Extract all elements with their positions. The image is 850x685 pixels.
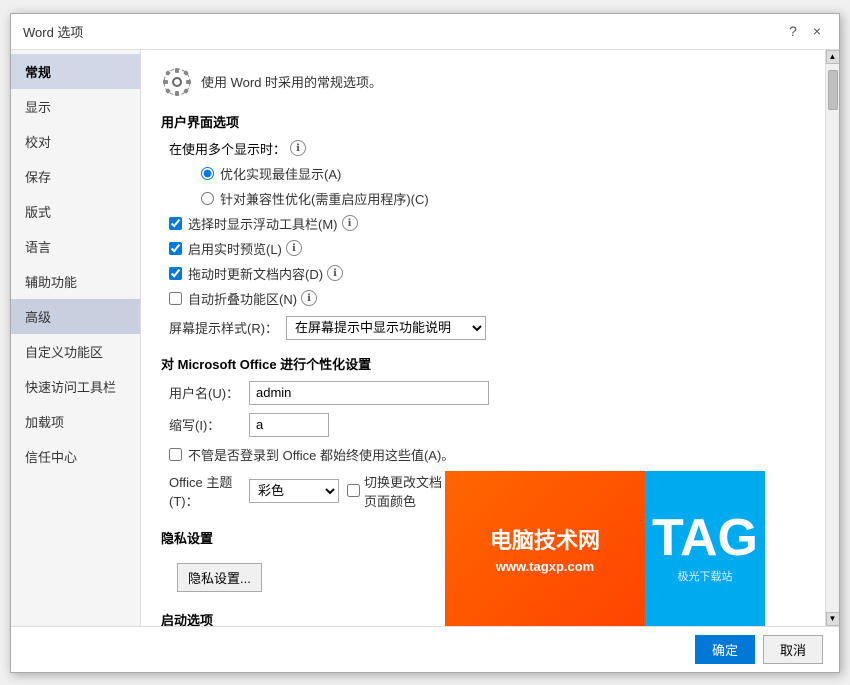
cb2-row[interactable]: 启用实时预览(L) ℹ [161,239,805,258]
title-buttons: ? × [783,21,827,41]
cb-update-doc[interactable] [169,267,182,280]
screen-tip-select[interactable]: 在屏幕提示中显示功能说明不在屏幕提示中显示功能说明不显示屏幕提示 [286,316,486,340]
sidebar-item-语言[interactable]: 语言 [11,229,140,264]
group-office-title: 对 Microsoft Office 进行个性化设置 [161,354,805,373]
screen-tip-label: 屏幕提示样式(R)： [169,318,278,337]
cb-theme-extra[interactable] [347,484,360,497]
radio1-row[interactable]: 优化实现最佳显示(A) [161,164,805,183]
sidebar-item-加载项[interactable]: 加载项 [11,404,140,439]
dialog-body: 常规显示校对保存版式语言辅助功能高级自定义功能区快速访问工具栏加载项信任中心 [11,50,839,626]
always-use-row[interactable]: 不管是否登录到 Office 都始终使用这些值(A)。 [161,445,805,464]
cb-collapse-ribbon[interactable] [169,292,182,305]
radio-compat[interactable] [201,192,214,205]
info-icon-cb4: ℹ [301,290,317,306]
cb1-label[interactable]: 选择时显示浮动工具栏(M) [188,214,338,233]
ok-button[interactable]: 确定 [695,635,755,664]
main-content: 使用 Word 时采用的常规选项。 用户界面选项 在使用多个显示时： ℹ 优化实… [141,50,825,626]
sidebar-item-快速访问工具栏[interactable]: 快速访问工具栏 [11,369,140,404]
radio2-row[interactable]: 针对兼容性优化(需重启应用程序)(C) [161,189,805,208]
username-label: 用户名(U)： [169,383,249,402]
help-button[interactable]: ? [783,21,803,41]
close-button[interactable]: × [807,21,827,41]
scroll-thumb[interactable] [828,70,838,110]
cb-floating-toolbar[interactable] [169,217,182,230]
info-icon-cb1: ℹ [342,215,358,231]
cancel-button[interactable]: 取消 [763,635,823,664]
cb-always-use[interactable] [169,448,182,461]
initials-input[interactable] [249,413,329,437]
sidebar: 常规显示校对保存版式语言辅助功能高级自定义功能区快速访问工具栏加载项信任中心 [11,50,141,626]
settings-icon [161,66,193,98]
group-ui-title: 用户界面选项 [161,112,805,131]
info-icon-display: ℹ [290,140,306,156]
group-privacy-title: 隐私设置 [161,528,805,547]
username-row: 用户名(U)： [161,381,805,405]
always-use-label[interactable]: 不管是否登录到 Office 都始终使用这些值(A)。 [188,445,454,464]
sidebar-item-自定义功能区[interactable]: 自定义功能区 [11,334,140,369]
theme-extra-label[interactable]: 切换更改文档页面颜色 [364,472,444,510]
privacy-settings-button[interactable]: 隐私设置... [177,563,262,592]
sidebar-item-常规[interactable]: 常规 [11,54,140,89]
sidebar-item-显示[interactable]: 显示 [11,89,140,124]
section-description: 使用 Word 时采用的常规选项。 [201,72,382,91]
info-icon-cb2: ℹ [286,240,302,256]
word-options-dialog: Word 选项 ? × 常规显示校对保存版式语言辅助功能高级自定义功能区快速访问… [10,13,840,673]
sidebar-item-保存[interactable]: 保存 [11,159,140,194]
initials-row: 缩写(I)： [161,413,805,437]
scroll-up-arrow[interactable]: ▲ [826,50,840,64]
cb4-label[interactable]: 自动折叠功能区(N) [188,289,297,308]
dialog-title: Word 选项 [23,22,83,41]
cb1-row[interactable]: 选择时显示浮动工具栏(M) ℹ [161,214,805,233]
sidebar-item-辅助功能[interactable]: 辅助功能 [11,264,140,299]
cb3-row[interactable]: 拖动时更新文档内容(D) ℹ [161,264,805,283]
section-header: 使用 Word 时采用的常规选项。 [161,66,805,98]
title-bar: Word 选项 ? × [11,14,839,50]
scrollbar[interactable]: ▲ ▼ [825,50,839,626]
info-icon-cb3: ℹ [327,265,343,281]
info-icon-theme: ℹ [448,483,464,499]
sidebar-item-高级[interactable]: 高级 [11,299,140,334]
radio1-label[interactable]: 优化实现最佳显示(A) [220,164,341,183]
sidebar-item-校对[interactable]: 校对 [11,124,140,159]
theme-select[interactable]: 彩色深灰色黑色白色 [249,479,339,503]
initials-label: 缩写(I)： [169,415,249,434]
sidebar-item-信任中心[interactable]: 信任中心 [11,439,140,474]
cb-live-preview[interactable] [169,242,182,255]
cb4-row[interactable]: 自动折叠功能区(N) ℹ [161,289,805,308]
scroll-down-arrow[interactable]: ▼ [826,612,840,626]
group-startup-title: 启动选项 [161,610,805,626]
display-label: 在使用多个显示时： [169,139,286,158]
username-input[interactable] [249,381,489,405]
bottom-bar: 确定 取消 [11,626,839,672]
display-label-row: 在使用多个显示时： ℹ [161,139,805,158]
sidebar-item-版式[interactable]: 版式 [11,194,140,229]
screen-tip-row: 屏幕提示样式(R)： 在屏幕提示中显示功能说明不在屏幕提示中显示功能说明不显示屏… [161,316,805,340]
cb2-label[interactable]: 启用实时预览(L) [188,239,282,258]
radio-optimize-display[interactable] [201,167,214,180]
cb3-label[interactable]: 拖动时更新文档内容(D) [188,264,323,283]
theme-label: Office 主题(T)： [169,472,249,510]
theme-row: Office 主题(T)： 彩色深灰色黑色白色 切换更改文档页面颜色 ℹ [161,472,805,510]
radio2-label[interactable]: 针对兼容性优化(需重启应用程序)(C) [220,189,429,208]
